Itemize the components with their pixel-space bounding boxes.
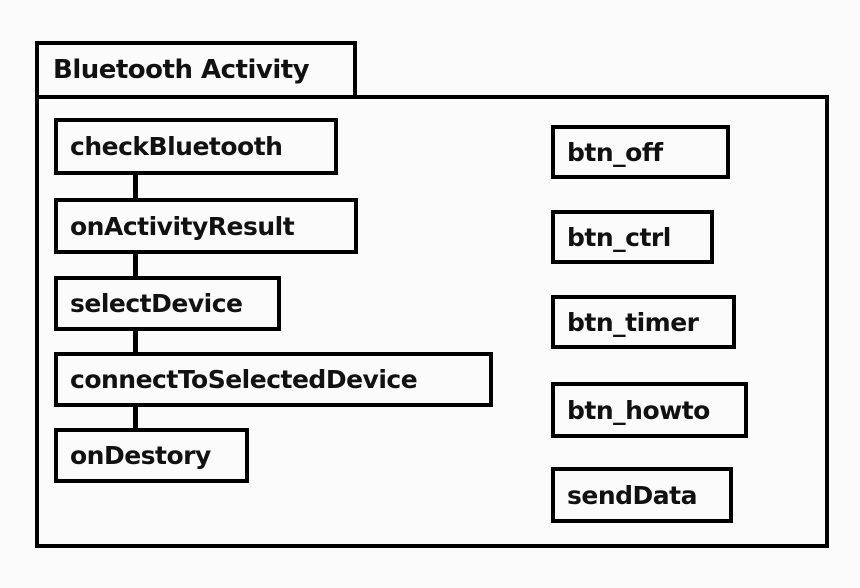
button-btn-howto: btn_howto <box>551 382 748 438</box>
button-btn-ctrl: btn_ctrl <box>551 210 714 264</box>
activity-title: Bluetooth Activity <box>35 41 357 99</box>
method-select-device: selectDevice <box>54 276 281 331</box>
method-on-activity-result: onActivityResult <box>54 198 358 254</box>
method-connect-to-selected-device: connectToSelectedDevice <box>54 352 493 407</box>
button-btn-timer: btn_timer <box>551 295 736 349</box>
method-on-destory: onDestory <box>54 428 249 483</box>
method-send-data: sendData <box>551 467 733 523</box>
button-btn-off: btn_off <box>551 125 730 179</box>
method-check-bluetooth: checkBluetooth <box>54 118 338 175</box>
